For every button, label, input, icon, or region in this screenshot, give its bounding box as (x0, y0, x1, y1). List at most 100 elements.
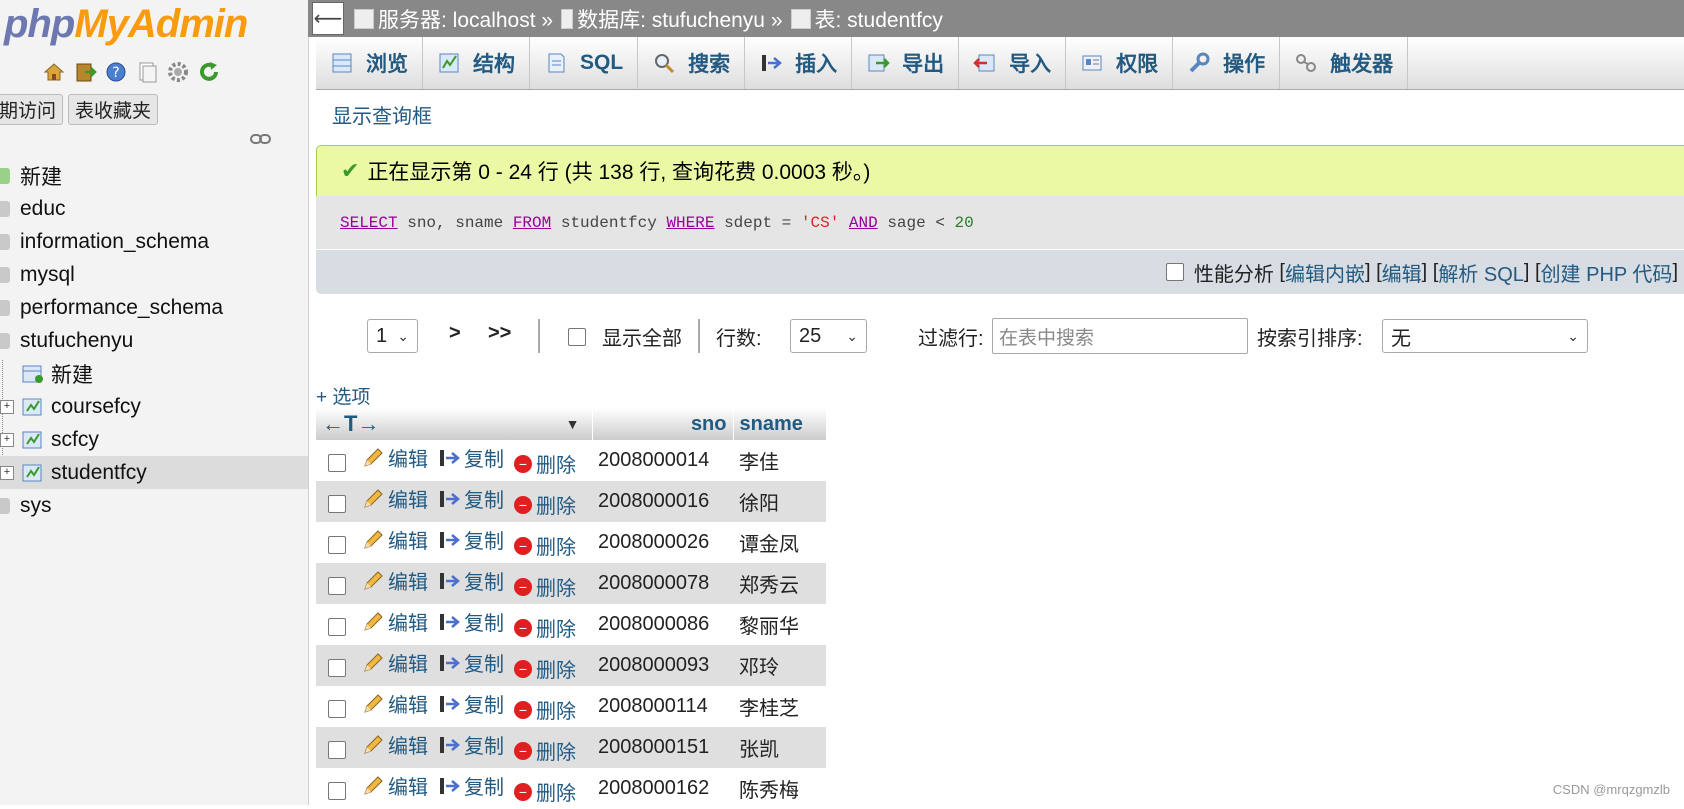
exit-icon[interactable] (73, 60, 97, 84)
tab-insert[interactable]: 插入 (745, 37, 853, 89)
tree-item-performance-schema[interactable]: performance_schema (0, 291, 308, 324)
row-checkbox[interactable] (328, 700, 346, 719)
cell-sname[interactable]: 张凯 (733, 727, 826, 768)
tree-item-mysql[interactable]: mysql (0, 258, 308, 291)
filter-rows-input[interactable]: 在表中搜索 (992, 318, 1248, 354)
tab-import[interactable]: 导入 (959, 37, 1067, 89)
edit-inline-link[interactable]: 编辑内嵌 (1285, 258, 1365, 287)
cell-sno[interactable]: 2008000014 (592, 440, 733, 481)
edit-row-button[interactable]: 编辑 (362, 689, 428, 718)
copy-row-button[interactable]: 复制 (438, 443, 504, 472)
expand-icon[interactable]: + (0, 465, 14, 480)
breadcrumb-server[interactable]: 服务器: localhost » (354, 4, 553, 34)
cell-sno[interactable]: 2008000114 (592, 686, 733, 727)
tab-privileges[interactable]: 权限 (1066, 37, 1174, 89)
cell-sname[interactable]: 郑秀云 (733, 563, 826, 604)
column-dropdown-icon[interactable]: ▼ (566, 416, 580, 432)
delete-row-button[interactable]: − 删除 (514, 695, 576, 724)
copy-row-button[interactable]: 复制 (438, 771, 504, 800)
tree-item-information-schema[interactable]: information_schema (0, 225, 308, 258)
cell-sname[interactable]: 李桂芝 (733, 686, 826, 727)
row-checkbox[interactable] (328, 454, 346, 473)
sql-keyword[interactable]: SELECT (340, 214, 398, 232)
show-query-box-link[interactable]: 显示查询框 (332, 100, 432, 129)
sort-by-index-select[interactable]: 无 ⌄ (1382, 319, 1588, 353)
row-checkbox[interactable] (328, 659, 346, 678)
profiling-checkbox[interactable] (1165, 263, 1184, 281)
edit-row-button[interactable]: 编辑 (362, 443, 428, 472)
row-checkbox[interactable] (328, 495, 346, 514)
cell-sno[interactable]: 2008000016 (592, 481, 733, 522)
help-icon[interactable]: ? (104, 60, 128, 84)
reload-icon[interactable] (197, 60, 221, 84)
delete-row-button[interactable]: − 删除 (514, 736, 576, 765)
next-page-button[interactable]: > (449, 322, 461, 345)
page-select[interactable]: 1 ⌄ (367, 319, 418, 353)
tab-browse[interactable]: 浏览 (316, 37, 423, 89)
delete-row-button[interactable]: − 删除 (514, 449, 576, 478)
copy-row-button[interactable]: 复制 (438, 566, 504, 595)
copy-row-button[interactable]: 复制 (438, 607, 504, 636)
tab-sql[interactable]: SQL (530, 37, 639, 89)
copy-row-button[interactable]: 复制 (438, 689, 504, 718)
copy-row-button[interactable]: 复制 (438, 484, 504, 513)
copy-row-button[interactable]: 复制 (438, 730, 504, 759)
tree-item-new-table[interactable]: 新建 (0, 357, 308, 390)
cell-sno[interactable]: 2008000093 (592, 645, 733, 686)
edit-row-button[interactable]: 编辑 (362, 525, 428, 554)
breadcrumb-database[interactable]: 数据库: stufuchenyu » (561, 4, 783, 34)
collapse-sidebar-button[interactable]: ⟵ (312, 2, 344, 35)
edit-row-button[interactable]: 编辑 (362, 771, 428, 800)
cell-sname[interactable]: 徐阳 (733, 481, 826, 522)
sql-keyword[interactable]: AND (849, 214, 878, 232)
edit-sql-link[interactable]: 编辑 (1382, 258, 1422, 287)
edit-row-button[interactable]: 编辑 (362, 730, 428, 759)
edit-row-button[interactable]: 编辑 (362, 566, 428, 595)
phpmyadmin-logo[interactable]: phpMyAdmin (4, 2, 248, 47)
cell-sname[interactable]: 陈秀梅 (733, 768, 826, 809)
rows-select[interactable]: 25 ⌄ (790, 319, 867, 353)
edit-row-button[interactable]: 编辑 (362, 484, 428, 513)
breadcrumb-table[interactable]: 表: studentfcy (790, 4, 943, 34)
cell-sname[interactable]: 谭金凤 (733, 522, 826, 563)
tree-item-sys[interactable]: sys (0, 489, 308, 522)
column-header-sname[interactable]: sname (733, 408, 827, 440)
tree-item-studentfcy[interactable]: + studentfcy (0, 456, 308, 489)
tab-search[interactable]: 搜索 (638, 37, 746, 89)
last-page-button[interactable]: >> (488, 322, 511, 345)
row-checkbox[interactable] (328, 782, 346, 801)
delete-row-button[interactable]: − 删除 (514, 777, 576, 806)
settings-icon[interactable] (166, 60, 190, 84)
column-header-sno[interactable]: sno (592, 408, 734, 440)
tree-item-educ[interactable]: educ (0, 192, 308, 225)
tab-operations[interactable]: 操作 (1173, 37, 1281, 89)
options-link[interactable]: + 选项 (316, 382, 370, 409)
tab-recent[interactable]: 期访问 (0, 94, 64, 125)
cell-sname[interactable]: 邓玲 (733, 645, 826, 686)
expand-icon[interactable]: + (0, 399, 14, 414)
docs-icon[interactable] (135, 60, 159, 84)
cell-sname[interactable]: 黎丽华 (733, 604, 826, 645)
expand-icon[interactable]: + (0, 432, 14, 447)
column-resize-icon[interactable]: ←T→ (322, 411, 379, 437)
tree-item-new-db[interactable]: 新建 (0, 159, 308, 192)
tab-triggers[interactable]: 触发器 (1280, 37, 1409, 89)
delete-row-button[interactable]: − 删除 (514, 613, 576, 642)
row-checkbox[interactable] (328, 577, 346, 596)
row-checkbox[interactable] (328, 741, 346, 760)
cell-sno[interactable]: 2008000162 (592, 768, 733, 809)
cell-sno[interactable]: 2008000151 (592, 727, 733, 768)
create-php-code-link[interactable]: 创建 PHP 代码 (1541, 258, 1673, 287)
cell-sno[interactable]: 2008000026 (592, 522, 733, 563)
explain-sql-link[interactable]: 解析 SQL (1438, 258, 1524, 287)
link-icon[interactable] (250, 133, 272, 145)
cell-sno[interactable]: 2008000086 (592, 604, 733, 645)
cell-sno[interactable]: 2008000078 (592, 563, 733, 604)
edit-row-button[interactable]: 编辑 (362, 648, 428, 677)
tree-item-coursefcy[interactable]: + coursefcy (0, 390, 308, 423)
row-checkbox[interactable] (328, 618, 346, 637)
delete-row-button[interactable]: − 删除 (514, 490, 576, 519)
home-icon[interactable] (42, 60, 66, 84)
delete-row-button[interactable]: − 删除 (514, 531, 576, 560)
copy-row-button[interactable]: 复制 (438, 648, 504, 677)
